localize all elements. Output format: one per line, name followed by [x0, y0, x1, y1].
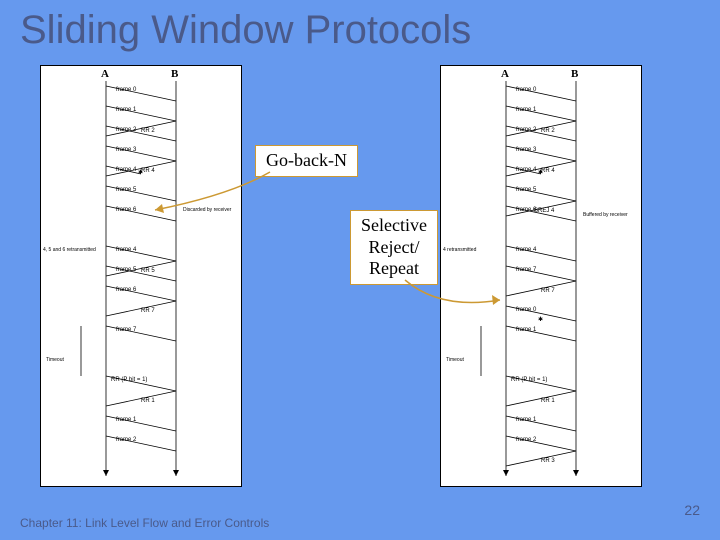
diagram-selective: A B frame 0 frame 1 RR 2 frame 2 frame 3… [440, 65, 642, 487]
svg-text:frame 5: frame 5 [116, 267, 137, 273]
svg-text:frame 2: frame 2 [116, 127, 137, 133]
svg-text:Buffered by receiver: Buffered by receiver [583, 212, 628, 218]
svg-text:RR 1: RR 1 [541, 398, 555, 404]
svg-text:frame 4: frame 4 [116, 167, 137, 173]
svg-text:✱: ✱ [538, 169, 543, 176]
svg-text:frame 0: frame 0 [516, 307, 537, 313]
svg-text:RR 4: RR 4 [541, 168, 555, 174]
diagram-gobackn: A B frame 0 frame 1 RR 2 frame 2 frame 3… [40, 65, 242, 487]
svg-text:RR (P bit = 1): RR (P bit = 1) [111, 377, 147, 383]
svg-text:4, 5 and 6 retransmitted: 4, 5 and 6 retransmitted [43, 247, 96, 253]
svg-text:frame 0: frame 0 [116, 87, 137, 93]
slide-title: Sliding Window Protocols [20, 8, 471, 53]
svg-text:frame 6: frame 6 [116, 287, 137, 293]
selective-line3: Repeat [369, 258, 419, 278]
selective-line2: Reject/ [369, 237, 420, 257]
svg-text:RR 4: RR 4 [141, 168, 155, 174]
svg-text:Discarded by receiver: Discarded by receiver [183, 207, 232, 213]
svg-text:frame 4: frame 4 [516, 247, 537, 253]
gobackn-svg: frame 0 frame 1 RR 2 frame 2 frame 3 RR … [41, 66, 241, 486]
callout-selective: Selective Reject/ Repeat [350, 210, 438, 285]
svg-text:frame 1: frame 1 [516, 107, 537, 113]
svg-text:RR 1: RR 1 [141, 398, 155, 404]
callout-gobackn: Go-back-N [255, 145, 358, 177]
svg-text:frame 7: frame 7 [516, 267, 537, 273]
svg-text:frame 2: frame 2 [116, 437, 137, 443]
selective-svg: frame 0 frame 1 RR 2 frame 2 frame 3 RR … [441, 66, 641, 486]
svg-text:frame 1: frame 1 [116, 107, 137, 113]
svg-text:frame 2: frame 2 [516, 127, 537, 133]
svg-text:frame 2: frame 2 [516, 437, 537, 443]
station-a-label: A [101, 68, 109, 80]
svg-text:frame 7: frame 7 [116, 327, 137, 333]
svg-text:frame 4: frame 4 [116, 247, 137, 253]
selective-line1: Selective [361, 215, 427, 235]
svg-text:frame 6: frame 6 [116, 207, 137, 213]
svg-text:frame 0: frame 0 [516, 87, 537, 93]
svg-text:Timeout: Timeout [46, 357, 64, 363]
svg-text:frame 4: frame 4 [516, 167, 537, 173]
station-b-label: B [171, 68, 178, 80]
svg-text:frame 6: frame 6 [516, 207, 537, 213]
station-a-label-r: A [501, 68, 509, 80]
svg-text:Timeout: Timeout [446, 357, 464, 363]
svg-text:RR 7: RR 7 [141, 308, 155, 314]
svg-text:✱: ✱ [538, 316, 543, 323]
svg-text:✱: ✱ [138, 169, 143, 176]
svg-text:RR 2: RR 2 [141, 128, 155, 134]
station-b-label-r: B [571, 68, 578, 80]
svg-text:RR 3: RR 3 [541, 458, 555, 464]
svg-text:frame 5: frame 5 [116, 187, 137, 193]
svg-text:frame 5: frame 5 [516, 187, 537, 193]
svg-text:frame 1: frame 1 [516, 327, 537, 333]
svg-text:RR 2: RR 2 [541, 128, 555, 134]
svg-text:frame 3: frame 3 [516, 147, 537, 153]
svg-text:RR 5: RR 5 [141, 268, 155, 274]
svg-text:RR (P bit = 1): RR (P bit = 1) [511, 377, 547, 383]
svg-text:frame 3: frame 3 [116, 147, 137, 153]
svg-text:SREJ 4: SREJ 4 [534, 208, 555, 214]
svg-text:4 retransmitted: 4 retransmitted [443, 247, 477, 253]
page-number: 22 [684, 502, 700, 518]
svg-text:frame 1: frame 1 [116, 417, 137, 423]
svg-text:RR 7: RR 7 [541, 288, 555, 294]
svg-text:frame 1: frame 1 [516, 417, 537, 423]
footer-text: Chapter 11: Link Level Flow and Error Co… [20, 516, 269, 530]
